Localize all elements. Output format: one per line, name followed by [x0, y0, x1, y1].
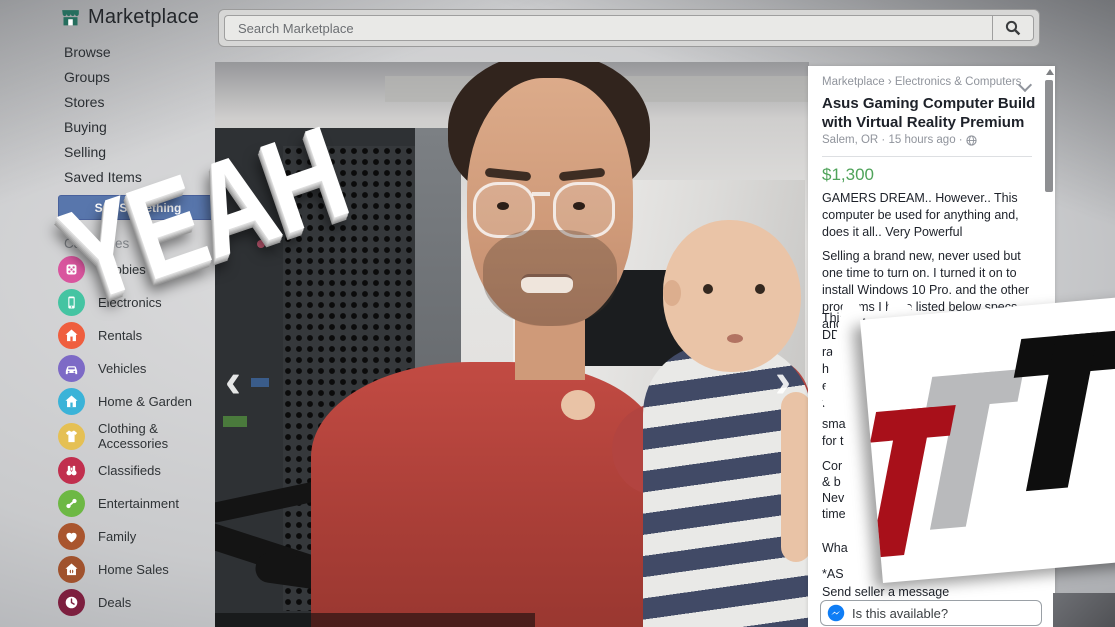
listing-meta-text: Salem, OR · 15 hours ago · — [822, 134, 963, 146]
baby-mouth — [727, 334, 743, 343]
baby-eye-left — [703, 284, 713, 294]
sidebar-item-classifieds[interactable]: Classifieds — [58, 457, 216, 484]
man-eye-right — [573, 202, 585, 210]
scrollbar-up-arrow[interactable] — [1046, 69, 1054, 75]
man-eye-left — [497, 202, 509, 210]
tower-pcb — [223, 416, 247, 427]
man-red-shirt — [311, 362, 659, 627]
search-icon — [1005, 20, 1021, 36]
photo-prev-arrow[interactable]: ‹ — [225, 358, 241, 406]
app-title: Marketplace — [88, 6, 199, 29]
scrollbar-thumb[interactable] — [1045, 80, 1053, 192]
baby-head — [663, 220, 801, 372]
home-sales-icon — [58, 556, 85, 583]
sidebar-item-buying[interactable]: Buying — [64, 115, 142, 140]
listing-title: Asus Gaming Computer Build with Virtual … — [822, 94, 1036, 132]
search-input[interactable]: Search Marketplace — [224, 15, 992, 41]
sidebar-item-entertainment[interactable]: Entertainment — [58, 490, 216, 517]
category-label: Deals — [98, 595, 131, 610]
messenger-icon — [827, 604, 845, 622]
category-label: Rentals — [98, 328, 142, 343]
search-placeholder: Search Marketplace — [238, 21, 354, 36]
entertainment-icon — [58, 490, 85, 517]
baby-arm — [781, 392, 809, 562]
listing-meta: Salem, OR · 15 hours ago · — [822, 134, 977, 146]
classifieds-icon — [58, 457, 85, 484]
message-input[interactable]: Is this available? — [820, 600, 1042, 626]
ttt-logo — [860, 296, 1115, 581]
sidebar-item-home-garden[interactable]: Home & Garden — [58, 388, 216, 415]
message-placeholder: Is this available? — [852, 606, 948, 621]
sidebar-item-family[interactable]: Family — [58, 523, 216, 550]
category-label: Classifieds — [98, 463, 161, 478]
search-button[interactable] — [992, 15, 1034, 41]
baby-ear — [663, 280, 681, 306]
category-label: Clothing & Accessories — [98, 421, 216, 451]
category-label: Family — [98, 529, 136, 544]
send-seller-label: Send seller a message — [822, 585, 949, 599]
category-label: Vehicles — [98, 361, 146, 376]
clothing-icon — [58, 423, 85, 450]
divider — [822, 156, 1032, 157]
sidebar-item-home-sales[interactable]: Home Sales — [58, 556, 216, 583]
tower-port — [251, 378, 269, 387]
listing-description-1: GAMERS DREAM.. However.. This computer b… — [822, 190, 1036, 241]
man-mouth — [521, 274, 573, 293]
sidebar-item-stores[interactable]: Stores — [64, 90, 142, 115]
search-bar: Search Marketplace — [218, 9, 1040, 47]
category-label: Home & Garden — [98, 394, 192, 409]
glasses-bridge — [532, 192, 550, 196]
deals-icon — [58, 589, 85, 616]
logo-card — [860, 295, 1115, 583]
marketplace-header: Marketplace — [60, 6, 199, 29]
home-garden-icon — [58, 388, 85, 415]
corner-shade — [1053, 593, 1115, 627]
photo-bottom-shadow — [215, 613, 535, 627]
globe-icon — [966, 135, 977, 146]
category-label: Entertainment — [98, 496, 179, 511]
category-label: Home Sales — [98, 562, 169, 577]
sidebar-item-groups[interactable]: Groups — [64, 65, 142, 90]
sidebar-item-deals[interactable]: Deals — [58, 589, 216, 616]
glasses-left-lens — [473, 182, 535, 238]
sidebar-item-clothing[interactable]: Clothing & Accessories — [58, 421, 216, 451]
listing-price: $1,300 — [822, 165, 874, 185]
sidebar-item-browse[interactable]: Browse — [64, 40, 142, 65]
breadcrumb[interactable]: Marketplace › Electronics & Computers — [822, 76, 1040, 88]
baby-hand — [561, 390, 595, 420]
sidebar-item-vehicles[interactable]: Vehicles — [58, 355, 216, 382]
baby-eye-right — [755, 284, 765, 294]
photo-next-arrow[interactable]: › — [775, 358, 791, 406]
storefront-icon — [60, 7, 81, 28]
family-icon — [58, 523, 85, 550]
vehicles-icon — [58, 355, 85, 382]
